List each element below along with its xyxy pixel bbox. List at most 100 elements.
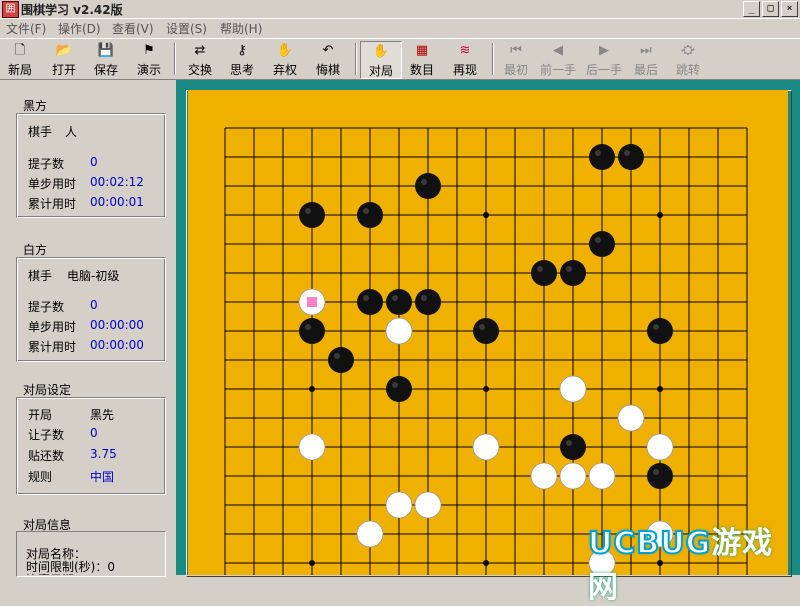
count-icon: ▦ [415,43,429,58]
white-step-time-label: 单步用时 [28,320,77,334]
star-point [657,212,663,218]
swap-label: 交换 [187,63,212,77]
stone-highlight [595,150,601,156]
white-stone [559,375,587,403]
menu-settings[interactable]: 设置(S) [166,20,207,37]
replay-button[interactable]: ≋ 再现 [445,41,485,77]
black-stone [357,202,383,228]
stone-highlight [305,324,311,330]
minimize-button[interactable]: _ [743,1,760,17]
white-total-time-value: 00:00:00 [90,338,144,352]
pass-icon: ✋ [276,43,294,58]
komi-label: 贴还数 [28,449,65,463]
opening-label: 开局 [28,408,53,422]
white-stone [559,462,587,490]
stone-highlight [392,382,398,388]
rules-value: 中国 [90,470,115,484]
black-stone [647,318,673,344]
prev-label: 前一手 [539,63,576,77]
count-button[interactable]: ▦ 数目 [402,41,442,77]
stone-highlight [653,469,659,475]
replay-label: 再现 [452,63,477,77]
opening-value: 黑先 [90,408,115,422]
handicap-label: 让子数 [28,428,65,442]
black-stone [415,289,441,315]
think-button[interactable]: ⚷ 思考 [222,41,262,77]
black-stone [618,144,644,170]
stone-highlight [363,208,369,214]
komi-value: 3.75 [90,447,117,461]
menu-view[interactable]: 查看(V) [112,20,154,37]
open-icon: 📂 [55,43,73,58]
menu-operate[interactable]: 操作(D) [58,20,101,37]
handicap-value: 0 [90,426,98,440]
white-captures-value: 0 [90,298,98,312]
jump-icon: ⛮ [681,43,695,58]
prev-move-button[interactable]: ◀ 前一手 [538,41,578,77]
star-point [309,560,315,566]
white-stone [472,433,500,461]
white-stone [646,433,674,461]
white-stone [356,520,384,548]
play-label: 对局 [368,64,393,78]
stone-highlight [537,266,543,272]
next-label: 后一手 [585,63,622,77]
maximize-button[interactable]: □ [762,1,779,17]
think-label: 思考 [229,63,254,77]
app-icon: 囲 [2,1,19,18]
stone-highlight [421,295,427,301]
white-stone [588,462,616,490]
undo-label: 悔棋 [315,63,340,77]
title-bar: 囲 围棋学习 v2.42版 _ □ × [0,0,800,19]
save-button[interactable]: 💾 保存 [86,41,126,77]
pass-button[interactable]: ✋ 弃权 [265,41,305,77]
black-stone [560,260,586,286]
go-board[interactable] [188,90,788,575]
star-point [483,560,489,566]
white-captures-label: 提子数 [28,300,65,314]
black-stone [647,463,673,489]
toolbar-separator [492,43,494,75]
stone-highlight [392,295,398,301]
swap-button[interactable]: ⇄ 交换 [180,41,220,77]
replay-icon: ≋ [459,43,471,58]
black-captures-label: 提子数 [28,157,65,171]
demo-button[interactable]: ⚑ 演示 [129,41,169,77]
watermark-brand: UCBUG [587,525,712,562]
play-button[interactable]: ✋ 对局 [360,41,402,79]
stone-highlight [624,150,630,156]
white-group-title: 白方 [23,243,48,257]
date-line: 比赛日期：2013-3-22 [26,571,148,575]
last-move-button[interactable]: ⏭ 最后 [626,41,666,77]
new-game-button[interactable]: 🗋 新局 [0,41,40,77]
white-player-label: 棋手 [28,269,53,283]
black-stone [589,144,615,170]
undo-button[interactable]: ↶ 悔棋 [308,41,348,77]
stone-highlight [479,324,485,330]
last-icon: ⏭ [640,43,652,58]
stone-highlight [334,353,340,359]
black-stone [328,347,354,373]
next-move-button[interactable]: ▶ 后一手 [584,41,624,77]
black-player-label: 棋手 [28,125,53,139]
black-total-time-value: 00:00:01 [90,195,144,209]
black-group-title: 黑方 [23,99,48,113]
white-stone [298,433,326,461]
white-total-time-label: 累计用时 [28,340,77,354]
black-stone [386,289,412,315]
black-stone [299,202,325,228]
black-stone [473,318,499,344]
jump-button[interactable]: ⛮ 跳转 [668,41,708,77]
black-stone [560,434,586,460]
close-button[interactable]: × [781,1,798,17]
menu-help[interactable]: 帮助(H) [220,20,262,37]
menu-file[interactable]: 文件(F) [6,20,46,37]
star-point [309,386,315,392]
save-label: 保存 [93,63,118,77]
first-move-button[interactable]: ⏮ 最初 [496,41,536,77]
open-button[interactable]: 📂 打开 [44,41,84,77]
stone-highlight [421,179,427,185]
save-icon: 💾 [97,43,115,58]
black-captures-value: 0 [90,155,98,169]
open-label: 打开 [51,63,76,77]
